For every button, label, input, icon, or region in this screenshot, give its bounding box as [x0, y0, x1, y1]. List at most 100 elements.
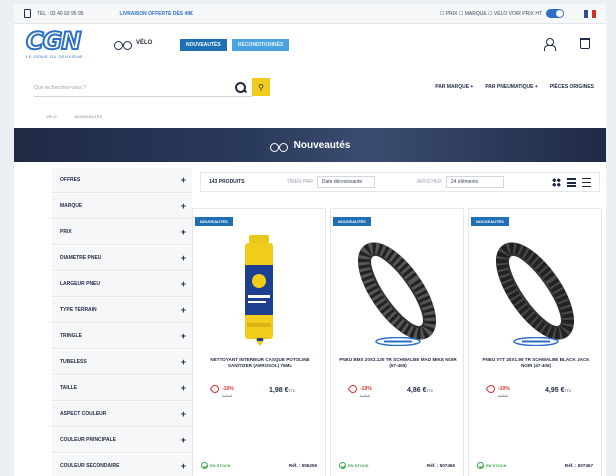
nouveautes-button[interactable]: NOUVEAUTÉS: [180, 39, 227, 51]
page: TÉL : 02 40 92 95 95 LIVRAISON OFFERTE D…: [14, 4, 606, 476]
filter-label: DIAMETRE PNEU: [60, 255, 102, 261]
compact-view-icon[interactable]: [582, 177, 591, 187]
vehicle-search-button[interactable]: ⚲: [252, 78, 270, 96]
expand-icon: +: [180, 461, 186, 471]
expand-icon: +: [180, 279, 186, 289]
price-ht-toggle[interactable]: [546, 9, 564, 18]
new-badge: NOUVEAUTÉS: [471, 217, 509, 226]
new-badge: NOUVEAUTÉS: [333, 217, 371, 226]
price-unit: TTC: [564, 389, 572, 393]
current-price: 4,86 €TTC: [407, 387, 433, 394]
filter-tubeless[interactable]: TUBELESS +: [52, 350, 192, 375]
product-image[interactable]: [347, 229, 447, 353]
product-name[interactable]: NETTOYANT INTERIEUR CASQUE POTOLINE SANI…: [201, 357, 319, 369]
price-unit: TTC: [426, 389, 434, 393]
breadcrumb-home[interactable]: VÉLO: [46, 114, 57, 119]
product-name[interactable]: PNEU BMX 20X2.125 TR SCHWALBE MAD MIKE N…: [339, 357, 457, 369]
discount-percent: -10%: [222, 386, 234, 392]
price-tag-icon: [347, 383, 359, 395]
bicycle-icon: [114, 38, 132, 50]
user-account-icon[interactable]: [544, 38, 556, 51]
search-input[interactable]: Que recherchez-vous ?: [34, 85, 235, 91]
breadcrumb-current: NOUVEAUTÉS: [74, 114, 103, 119]
filter-diametre-pneu[interactable]: DIAMETRE PNEU +: [52, 246, 192, 271]
product-card[interactable]: NOUVEAUTÉS PNEU VTT 20X1.95 TR SCHWALBE …: [468, 208, 602, 476]
schwalbe-logo: [375, 337, 421, 346]
price-tag-icon: [485, 383, 497, 395]
top-navigation: PAR MARQUE + PAR PNEUMATIQUE + PIÈCES OR…: [435, 84, 594, 90]
motorbike-icon: ⚲: [258, 82, 264, 92]
filter-label: OFFRES: [60, 177, 81, 183]
expand-icon: +: [180, 305, 186, 315]
filter-sidebar: OFFRES + MARQUE + PRIX + DIAMETRE PNEU + LAR…: [52, 168, 192, 476]
expand-icon: +: [180, 227, 186, 237]
language-flag[interactable]: [584, 9, 596, 18]
grid-view-icon[interactable]: [552, 177, 561, 187]
phone-number[interactable]: TÉL : 02 40 92 95 95: [37, 11, 84, 17]
product-image[interactable]: [209, 229, 309, 353]
filter-label: TAILLE: [60, 385, 78, 391]
discount-percent: -10%: [360, 386, 372, 392]
price-unit: TTC: [288, 389, 296, 393]
filter-marque[interactable]: MARQUE +: [52, 194, 192, 219]
sort-select[interactable]: Date décroissante: [316, 176, 375, 188]
breadcrumb: VÉLO NOUVEAUTÉS: [46, 114, 102, 119]
filter-offres[interactable]: OFFRES +: [52, 168, 192, 193]
product-ref: Réf. : 507466: [426, 463, 455, 468]
check-icon: [477, 462, 484, 469]
current-price: 4,95 €TTC: [545, 387, 571, 394]
nav-par-pneumatique[interactable]: PAR PNEUMATIQUE +: [485, 84, 537, 90]
stock-status: EN STOCK: [477, 462, 507, 469]
product-ref: Réf. : 506206: [288, 463, 317, 468]
display-options-label[interactable]: ☐ PRIX ☐ MARQUE ☐ VÉLO VOIR PRIX HT: [440, 11, 542, 17]
brand-logo: [254, 337, 266, 346]
filter-type-terrain[interactable]: TYPE TERRAIN +: [52, 298, 192, 323]
product-image[interactable]: [485, 229, 585, 353]
cart-icon[interactable]: [580, 38, 590, 49]
nav-par-marque[interactable]: PAR MARQUE +: [435, 84, 473, 90]
category-velo[interactable]: VÉLO: [114, 38, 153, 50]
filter-label: PRIX: [60, 229, 72, 235]
page-title: Nouveautés: [293, 139, 351, 151]
filter-aspect-couleur[interactable]: ASPECT COULEUR +: [52, 402, 192, 427]
filter-couleur-secondaire[interactable]: COULEUR SECONDAIRE +: [52, 454, 192, 476]
search-bar[interactable]: Que recherchez-vous ?: [34, 79, 252, 97]
logo[interactable]: CGN LE GÉNIE DU DEUXIÈME: [25, 27, 90, 62]
filter-taille[interactable]: TAILLE +: [52, 376, 192, 401]
new-badge: NOUVEAUTÉS: [195, 217, 233, 226]
stock-label: EN STOCK: [210, 463, 231, 468]
search-icon[interactable]: [235, 82, 246, 93]
reconditionnes-button[interactable]: RECONDITIONNÉS: [232, 39, 290, 51]
filter-label: COULEUR SECONDAIRE: [60, 463, 120, 469]
old-price: 5,40 €: [360, 394, 370, 398]
expand-icon: +: [180, 383, 186, 393]
expand-icon: +: [180, 253, 186, 263]
old-price: 2,20 €: [222, 394, 232, 398]
filter-label: ASPECT COULEUR: [60, 411, 107, 417]
bicycle-icon: [269, 140, 288, 152]
filter-label: TYPE TERRAIN: [60, 307, 97, 313]
nav-pieces-origines[interactable]: PIÈCES ORIGINES: [550, 84, 594, 90]
product-card[interactable]: NOUVEAUTÉS NETTOYANT INTERIEUR CASQUE PO…: [192, 208, 326, 476]
display-options: ☐ PRIX ☐ MARQUE ☐ VÉLO VOIR PRIX HT: [440, 9, 564, 18]
price-tag-icon: [209, 383, 221, 395]
listing-toolbar: 143 PRODUITS TRIER PAR Date décroissante…: [200, 172, 600, 192]
filter-tringle[interactable]: TRINGLE +: [52, 324, 192, 349]
filter-label: COULEUR PRINCIPALE: [60, 437, 117, 443]
old-price: 5,50 €: [498, 394, 508, 398]
product-count: 143 PRODUITS: [209, 179, 245, 185]
stock-label: EN STOCK: [486, 463, 507, 468]
promo-link[interactable]: LIVRAISON OFFERTE DÈS 49€: [120, 11, 193, 17]
list-view-icon[interactable]: [567, 177, 576, 187]
filter-prix[interactable]: PRIX +: [52, 220, 192, 245]
category-label: VÉLO: [136, 40, 153, 46]
filter-largeur-pneu[interactable]: LARGEUR PNEU +: [52, 272, 192, 297]
check-icon: [201, 462, 208, 469]
product-name[interactable]: PNEU VTT 20X1.95 TR SCHWALBE BLACK JACK …: [477, 357, 595, 369]
product-card[interactable]: NOUVEAUTÉS PNEU BMX 20X2.125 TR SCHWALBE…: [330, 208, 464, 476]
stock-status: EN STOCK: [339, 462, 369, 469]
filter-couleur-principale[interactable]: COULEUR PRINCIPALE +: [52, 428, 192, 453]
filter-label: TRINGLE: [60, 333, 82, 339]
top-bar: TÉL : 02 40 92 95 95 LIVRAISON OFFERTE D…: [14, 4, 606, 24]
per-page-select[interactable]: 24 éléments: [445, 176, 504, 188]
